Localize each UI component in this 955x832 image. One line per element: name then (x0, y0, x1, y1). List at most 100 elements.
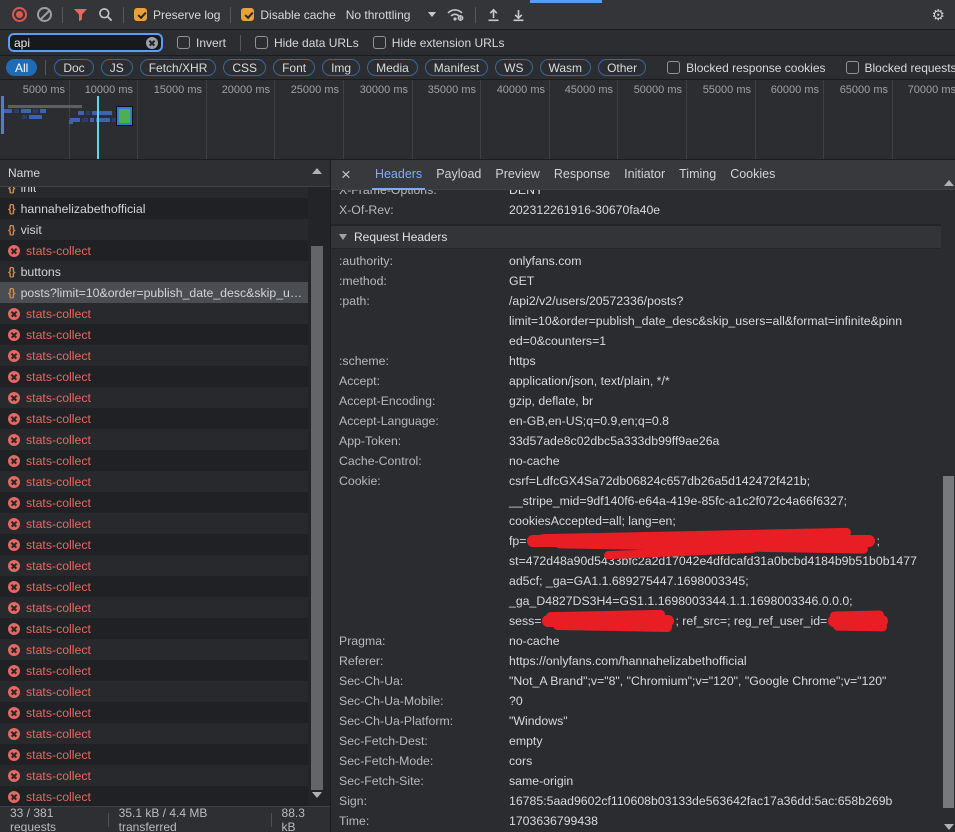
request-row[interactable]: stats-collect (0, 681, 308, 702)
close-details-icon[interactable]: × (341, 166, 351, 183)
request-name: stats-collect (26, 412, 91, 426)
request-row[interactable]: stats-collect (0, 660, 308, 681)
request-row[interactable]: stats-collect (0, 387, 308, 408)
json-icon: {} (8, 287, 15, 299)
overview-tick-label: 60000 ms (759, 84, 819, 96)
tab-initiator[interactable]: Initiator (617, 160, 672, 190)
clear-requests-button[interactable] (37, 7, 52, 22)
invert-checkbox[interactable]: Invert (177, 36, 226, 50)
tab-timing[interactable]: Timing (672, 160, 723, 190)
type-filter-pill-fetch-xhr[interactable]: Fetch/XHR (140, 59, 217, 76)
request-row[interactable]: stats-collect (0, 702, 308, 723)
request-row[interactable]: stats-collect (0, 723, 308, 744)
request-row[interactable]: {}init (0, 187, 308, 198)
request-row[interactable]: stats-collect (0, 576, 308, 597)
request-name: stats-collect (26, 748, 91, 762)
throttling-select[interactable]: No throttling (346, 8, 437, 22)
scroll-up-icon[interactable] (944, 180, 954, 186)
type-filter-pill-doc[interactable]: Doc (54, 59, 93, 76)
request-name: stats-collect (26, 727, 91, 741)
name-column-header[interactable]: Name (0, 160, 330, 187)
request-row[interactable]: stats-collect (0, 639, 308, 660)
type-filter-pill-other[interactable]: Other (598, 59, 646, 76)
request-row[interactable]: {}buttons (0, 261, 308, 282)
request-list-scrollbar[interactable] (310, 162, 324, 804)
blocked-requests-checkbox[interactable]: Blocked requests (846, 61, 955, 75)
request-row[interactable]: stats-collect (0, 555, 308, 576)
timeline-overview[interactable]: 5000 ms10000 ms15000 ms20000 ms25000 ms3… (0, 80, 955, 160)
request-row[interactable]: stats-collect (0, 597, 308, 618)
request-row[interactable]: {}visit (0, 219, 308, 240)
toolbar-divider (123, 7, 124, 23)
blocked-response-cookies-checkbox[interactable]: Blocked response cookies (667, 61, 825, 75)
toolbar-divider (475, 7, 476, 23)
chevron-down-icon (428, 12, 436, 17)
request-name: buttons (21, 265, 61, 279)
request-row[interactable]: {}posts?limit=10&order=publish_date_desc… (0, 282, 308, 303)
type-filter-pill-media[interactable]: Media (367, 59, 418, 76)
hide-extension-urls-checkbox[interactable]: Hide extension URLs (373, 36, 505, 50)
network-conditions-icon[interactable] (446, 7, 465, 22)
header-value: same-origin (509, 771, 941, 791)
details-tab-bar: × HeadersPayloadPreviewResponseInitiator… (331, 160, 955, 190)
filter-toggle-icon[interactable] (73, 8, 88, 22)
hide-data-urls-checkbox[interactable]: Hide data URLs (255, 36, 359, 50)
record-button[interactable] (12, 7, 27, 22)
scroll-up-icon[interactable] (312, 168, 322, 174)
clear-filter-icon[interactable] (146, 37, 158, 49)
request-row[interactable]: stats-collect (0, 492, 308, 513)
scrollbar-thumb[interactable] (943, 476, 954, 808)
checkbox-unchecked-icon (846, 61, 859, 74)
request-row[interactable]: stats-collect (0, 471, 308, 492)
request-row[interactable]: stats-collect (0, 303, 308, 324)
request-row[interactable]: stats-collect (0, 345, 308, 366)
header-value: "Not_A Brand";v="8", "Chromium";v="120",… (509, 671, 941, 691)
overview-gridline (480, 80, 481, 159)
request-row[interactable]: stats-collect (0, 324, 308, 345)
request-row[interactable]: stats-collect (0, 366, 308, 387)
scrollbar-thumb[interactable] (311, 246, 323, 790)
request-row[interactable]: stats-collect (0, 429, 308, 450)
disable-cache-checkbox[interactable]: Disable cache (241, 8, 335, 22)
type-filter-pill-ws[interactable]: WS (495, 59, 532, 76)
tab-preview[interactable]: Preview (488, 160, 546, 190)
request-row[interactable]: stats-collect (0, 408, 308, 429)
network-toolbar: Preserve log Disable cache No throttling (0, 0, 955, 30)
tab-response[interactable]: Response (547, 160, 617, 190)
type-filter-pill-font[interactable]: Font (273, 59, 315, 76)
type-filter-pill-css[interactable]: CSS (223, 59, 266, 76)
filter-input[interactable] (10, 36, 138, 50)
request-row[interactable]: stats-collect (0, 765, 308, 786)
settings-gear-icon[interactable]: ⚙ (932, 6, 945, 24)
search-icon[interactable] (98, 7, 113, 22)
scroll-down-icon[interactable] (944, 824, 954, 830)
header-row: Sec-Ch-Ua:"Not_A Brand";v="8", "Chromium… (331, 671, 941, 691)
header-name: App-Token: (339, 431, 509, 451)
status-divider (271, 813, 272, 827)
details-scrollbar[interactable] (942, 178, 955, 832)
request-row[interactable]: {}hannahelizabethofficial (0, 198, 308, 219)
request-headers-section[interactable]: Request Headers (331, 224, 941, 249)
type-filter-pill-img[interactable]: Img (322, 59, 360, 76)
error-icon (8, 371, 20, 383)
scroll-down-icon[interactable] (312, 792, 322, 798)
preserve-log-checkbox[interactable]: Preserve log (134, 8, 220, 22)
export-har-icon[interactable] (511, 7, 526, 22)
header-row: Referer:https://onlyfans.com/hannaheliza… (331, 651, 941, 671)
tab-headers[interactable]: Headers (368, 160, 429, 190)
request-row[interactable]: stats-collect (0, 618, 308, 639)
request-row[interactable]: stats-collect (0, 240, 308, 261)
request-row[interactable]: stats-collect (0, 786, 308, 806)
request-row[interactable]: stats-collect (0, 534, 308, 555)
type-filter-pill-wasm[interactable]: Wasm (540, 59, 592, 76)
tab-cookies[interactable]: Cookies (723, 160, 782, 190)
tab-payload[interactable]: Payload (429, 160, 488, 190)
type-filter-pill-manifest[interactable]: Manifest (425, 59, 488, 76)
type-filter-pill-js[interactable]: JS (101, 59, 133, 76)
request-row[interactable]: stats-collect (0, 513, 308, 534)
resource-type-filter-bar: All Doc JS Fetch/XHR CSS Font Img Media Manifest… (0, 56, 955, 80)
request-row[interactable]: stats-collect (0, 450, 308, 471)
import-har-icon[interactable] (486, 7, 501, 22)
type-filter-pill-all[interactable]: All (6, 59, 37, 76)
request-row[interactable]: stats-collect (0, 744, 308, 765)
